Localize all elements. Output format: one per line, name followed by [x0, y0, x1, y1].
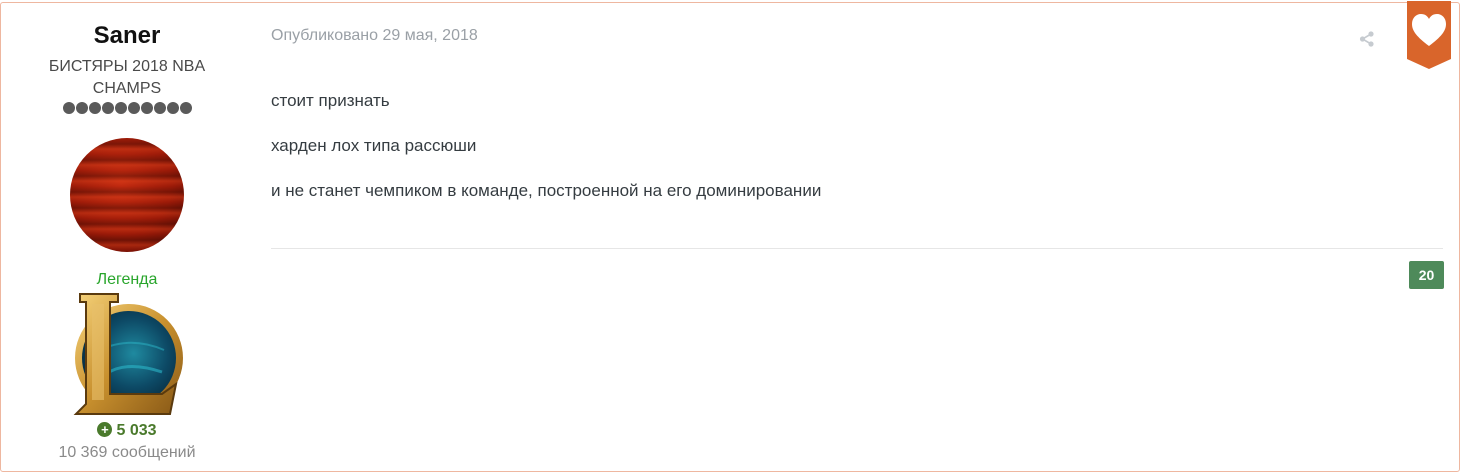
- rank-pip: [62, 102, 75, 114]
- author-title: БИСТЯРЫ 2018 NBA CHAMPS: [48, 58, 206, 97]
- rank-badge-icon: [73, 293, 183, 415]
- reputation: +5 033: [1, 422, 253, 440]
- rank-pip: [166, 102, 179, 114]
- rank-pip: [75, 102, 88, 114]
- post-date[interactable]: Опубликовано 29 мая, 2018: [271, 27, 478, 45]
- post-paragraph: стоит признать: [271, 91, 390, 110]
- rank-pip: [140, 102, 153, 114]
- reaction-count-badge[interactable]: 20: [1409, 261, 1444, 289]
- plus-circle-icon: +: [97, 422, 113, 437]
- rank-pip: [114, 102, 127, 114]
- heart-icon[interactable]: [1407, 1, 1451, 69]
- rank-pip: [179, 102, 192, 114]
- rank-pip: [153, 102, 166, 114]
- author-name[interactable]: Saner: [1, 22, 253, 50]
- post-paragraph: и не станет чемпиком в команде, построен…: [271, 181, 822, 200]
- group-label: Легенда: [96, 271, 158, 288]
- avatar[interactable]: [70, 138, 184, 252]
- post-paragraph: харден лох типа рассюши: [271, 136, 477, 155]
- rank-pip: [101, 102, 114, 114]
- post-count[interactable]: 10 369 сообщений: [1, 444, 253, 462]
- rank-pip: [88, 102, 101, 114]
- content-divider: [271, 248, 1443, 249]
- post-content: стоит признать харден лох типа рассюши и…: [271, 91, 1371, 226]
- rank-pips: [61, 102, 193, 114]
- forum-post: Saner БИСТЯРЫ 2018 NBA CHAMPS Легенда + …: [0, 1, 1460, 472]
- rank-pip: [127, 102, 140, 114]
- reputation-value: 5 033: [116, 422, 157, 439]
- share-icon[interactable]: [1358, 30, 1376, 48]
